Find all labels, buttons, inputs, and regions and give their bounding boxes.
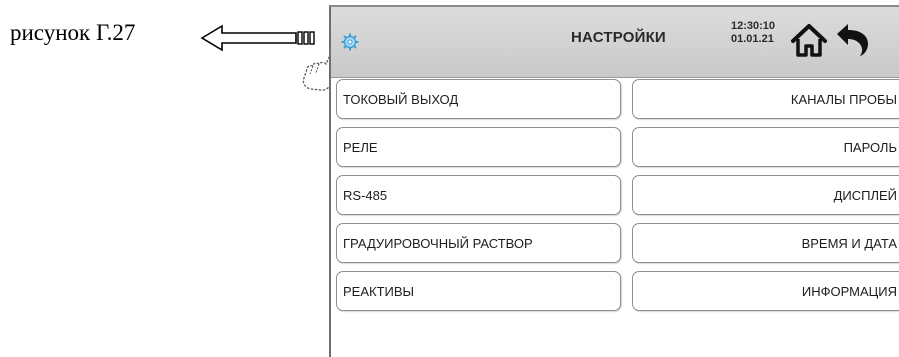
menu-reagents-label: РЕАКТИВЫ — [343, 283, 415, 299]
menu-information-label: ИНФОРМАЦИЯ — [801, 283, 897, 299]
menu-time-date-button[interactable]: ВРЕМЯ И ДАТА — [632, 223, 899, 263]
menu-current-output-button[interactable]: ТОКОВЫЙ ВЫХОД — [336, 79, 621, 119]
clock-time: 12:30:10 — [731, 20, 776, 32]
menu-current-output-label: ТОКОВЫЙ ВЫХОД — [343, 91, 459, 107]
settings-screen: НАСТРОЙКИ 12:30:10 01.01.21 ТОКОВЫЙ ВЫХО… — [329, 5, 899, 357]
menu-password-label: ПАРОЛЬ — [843, 139, 897, 155]
menu-sample-channels-label: КАНАЛЫ ПРОБЫ — [790, 91, 897, 107]
menu-password-button[interactable]: ПАРОЛЬ — [632, 127, 899, 167]
menu-information-button[interactable]: ИНФОРМАЦИЯ — [632, 271, 899, 311]
menu-time-date-label: ВРЕМЯ И ДАТА — [801, 235, 897, 251]
menu-calibration-solution-label: ГРАДУИРОВОЧНЫЙ РАСТВОР — [343, 235, 533, 251]
clock-display: 12:30:10 01.01.21 — [731, 20, 775, 46]
menu-rs485-button[interactable]: RS-485 — [336, 175, 621, 215]
menu-relay-button[interactable]: РЕЛЕ — [336, 127, 621, 167]
home-icon[interactable] — [790, 22, 828, 58]
menu-calibration-solution-button[interactable]: ГРАДУИРОВОЧНЫЙ РАСТВОР — [336, 223, 621, 263]
gear-icon[interactable] — [341, 33, 359, 51]
menu-rs485-label: RS-485 — [343, 187, 388, 203]
clock-date: 01.01.21 — [731, 33, 774, 45]
header-bar: НАСТРОЙКИ 12:30:10 01.01.21 — [331, 7, 899, 78]
menu-relay-label: РЕЛЕ — [343, 139, 378, 155]
menu-display-button[interactable]: ДИСПЛЕЙ — [632, 175, 899, 215]
menu-reagents-button[interactable]: РЕАКТИВЫ — [336, 271, 621, 311]
menu-display-label: ДИСПЛЕЙ — [833, 187, 897, 203]
figure-caption: рисунок Г.27 — [10, 20, 136, 45]
page-title: НАСТРОЙКИ — [571, 29, 666, 46]
menu-sample-channels-button[interactable]: КАНАЛЫ ПРОБЫ — [632, 79, 899, 119]
back-arrow-icon[interactable] — [834, 22, 872, 58]
